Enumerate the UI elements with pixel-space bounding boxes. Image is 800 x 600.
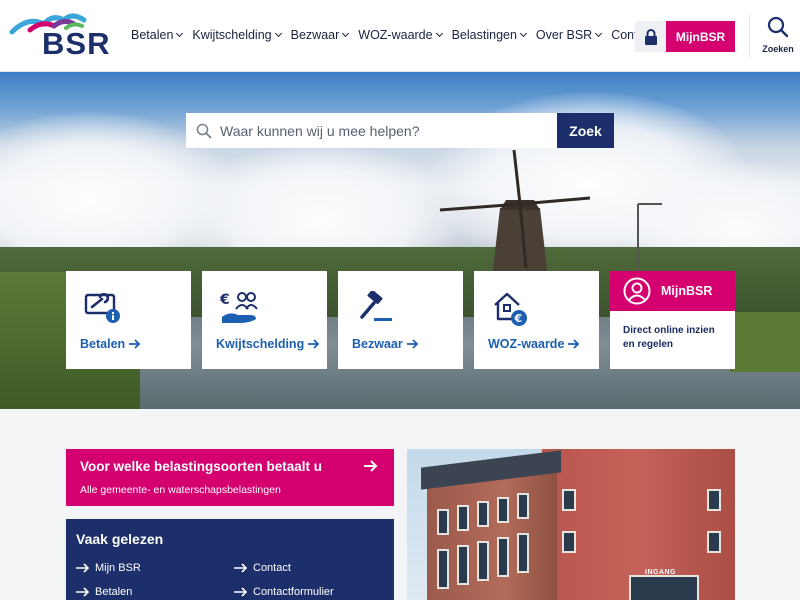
hero-search-input[interactable] <box>220 122 540 139</box>
hero-bank <box>730 312 800 372</box>
vaak-gelezen-link[interactable]: Contact <box>234 562 291 574</box>
building-window <box>437 509 449 535</box>
logo-text: BSR <box>42 26 111 61</box>
link-label: Mijn BSR <box>95 562 141 574</box>
tile-mijnbsr-title: MijnBSR <box>661 284 713 298</box>
chevron-down-icon <box>274 29 282 38</box>
lock-icon <box>644 28 657 45</box>
tile-mijnbsr[interactable]: MijnBSR Direct online inzien en regelen <box>610 271 735 369</box>
tile-label: WOZ-waarde <box>488 337 580 351</box>
vaak-gelezen-link[interactable]: Contactformulier <box>234 586 334 598</box>
tile-kwijtschelding[interactable]: € Kwijtschelding <box>202 271 327 369</box>
bsr-logo[interactable]: BSR <box>8 10 109 64</box>
hero-banner: Zoek Betalen € Kwijtschelding <box>0 72 800 409</box>
house-euro-icon: € <box>494 292 527 326</box>
header-search-button[interactable]: Zoeken <box>760 16 796 54</box>
nav-label: Bezwaar <box>290 28 340 42</box>
tile-mijnbsr-text: Direct online inzien en regelen <box>623 325 715 350</box>
chevron-down-icon <box>176 29 184 38</box>
building-window <box>562 531 576 553</box>
tile-label: Kwijtschelding <box>216 337 320 351</box>
nav-label: WOZ-waarde <box>358 28 433 42</box>
header-divider <box>749 14 750 58</box>
arrow-right-icon <box>364 460 378 472</box>
user-circle-icon <box>623 277 651 305</box>
nav-label: Belastingen <box>451 28 517 42</box>
link-label: Betalen <box>95 586 133 598</box>
tile-mijnbsr-header: MijnBSR <box>610 271 735 311</box>
nav-label: Over BSR <box>535 28 593 42</box>
euro-people-hand-icon: € <box>220 292 258 323</box>
search-label: Zoeken <box>762 44 794 54</box>
hero-search-submit[interactable]: Zoek <box>557 113 614 148</box>
arrow-right-icon <box>76 587 90 597</box>
building-window <box>562 489 576 511</box>
vaak-gelezen-panel: Vaak gelezen Mijn BSR Contact Betalen Co… <box>66 519 394 600</box>
nav-item-kwijtschelding[interactable]: Kwijtschelding <box>192 28 282 42</box>
building-window <box>477 541 489 581</box>
building-window <box>457 505 469 531</box>
belastingsoorten-link[interactable]: Voor welke belastingsoorten betaalt u Al… <box>66 449 394 506</box>
nav-item-over-bsr[interactable]: Over BSR <box>535 28 603 42</box>
tile-betalen[interactable]: Betalen <box>66 271 191 369</box>
building-window <box>457 545 469 585</box>
arrow-right-icon <box>234 563 248 573</box>
promo-title: Voor welke belastingsoorten betaalt u <box>80 459 323 474</box>
svg-text:€: € <box>220 292 230 308</box>
arrow-right-icon <box>129 339 141 349</box>
vaak-gelezen-link[interactable]: Betalen <box>76 586 132 598</box>
building-window <box>437 549 449 589</box>
promo-subtitle: Alle gemeente- en waterschapsbelastingen <box>80 484 281 496</box>
nav-label: Kwijtschelding <box>192 28 272 42</box>
building-entrance <box>629 575 699 600</box>
link-label: Contact <box>253 562 291 574</box>
nav-label: Betalen <box>131 28 174 42</box>
tile-label: Betalen <box>80 337 141 351</box>
link-label: Contactformulier <box>253 586 334 598</box>
nav-item-woz-waarde[interactable]: WOZ-waarde <box>358 28 443 42</box>
arrow-right-icon <box>234 587 248 597</box>
nav-item-betalen[interactable]: Betalen <box>131 28 184 42</box>
tile-label: Bezwaar <box>352 337 419 351</box>
vaak-gelezen-link[interactable]: Mijn BSR <box>76 562 141 574</box>
entrance-sign: INGANG <box>645 569 676 576</box>
building-window <box>707 531 721 553</box>
chevron-down-icon <box>342 29 350 38</box>
site-header: BSR Betalen Kwijtschelding Bezwaar WOZ-w… <box>0 0 800 72</box>
nav-item-bezwaar[interactable]: Bezwaar <box>290 28 350 42</box>
building-window <box>497 497 509 523</box>
windmill-image <box>439 149 591 278</box>
office-building-photo: INGANG <box>407 449 735 600</box>
wrench-card-icon <box>84 292 120 323</box>
chevron-down-icon <box>595 29 603 38</box>
arrow-right-icon <box>568 339 580 349</box>
login-lock-button[interactable] <box>635 21 666 52</box>
building-window <box>497 537 509 577</box>
search-icon <box>767 16 789 38</box>
tile-label-text: Kwijtschelding <box>216 337 305 351</box>
tile-label-text: Bezwaar <box>352 337 403 351</box>
building-window <box>517 493 529 519</box>
building-window <box>477 501 489 527</box>
vaak-gelezen-title: Vaak gelezen <box>76 531 164 547</box>
arrow-right-icon <box>308 339 320 349</box>
main-nav: Betalen Kwijtschelding Bezwaar WOZ-waard… <box>131 28 664 42</box>
chevron-down-icon <box>435 29 443 38</box>
tile-woz-waarde[interactable]: € WOZ-waarde <box>474 271 599 369</box>
chevron-down-icon <box>519 29 527 38</box>
nav-item-belastingen[interactable]: Belastingen <box>451 28 527 42</box>
building-window <box>707 489 721 511</box>
tile-bezwaar[interactable]: Bezwaar <box>338 271 463 369</box>
arrow-right-icon <box>76 563 90 573</box>
search-icon <box>196 123 212 138</box>
hero-search-bar <box>186 113 558 148</box>
tile-label-text: Betalen <box>80 337 126 351</box>
svg-text:€: € <box>514 312 523 325</box>
arrow-right-icon <box>406 339 419 349</box>
mijnbsr-button[interactable]: MijnBSR <box>666 21 735 52</box>
gavel-icon <box>360 291 392 321</box>
building-window <box>517 533 529 573</box>
tile-label-text: WOZ-waarde <box>488 337 565 351</box>
